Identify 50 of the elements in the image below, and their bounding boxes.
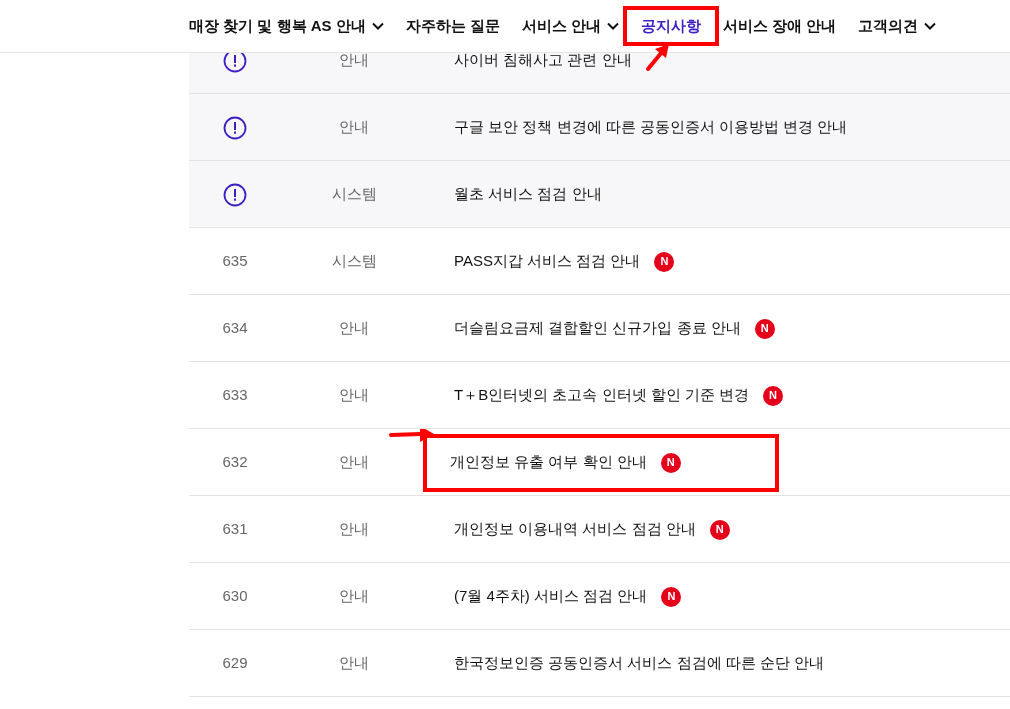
annotation-arrow-icon [389,429,435,443]
chevron-down-icon [607,22,620,30]
new-badge: N [661,586,682,607]
exclamation-icon [223,115,247,140]
new-badge: N [660,452,681,473]
notice-category: 안내 [339,117,369,138]
notice-title-link[interactable]: 구글 보안 정책 변경에 따른 공동인증서 이용방법 변경 안내 [454,116,848,139]
notice-title-link[interactable]: 개인정보 유출 여부 확인 안내 [450,451,647,474]
notice-title-link[interactable]: 개인정보 이용내역 서비스 점검 안내 [454,518,696,541]
notice-number: 630 [222,586,248,607]
exclamation-icon [223,53,247,73]
notice-category: 안내 [339,318,369,339]
notice-row[interactable]: 안내 사이버 침해사고 관련 안내 [189,53,1010,94]
nav-menu-item[interactable]: 서비스 장애 안내 [723,14,837,38]
new-badge: N [754,318,775,339]
notice-category: 안내 [339,586,369,607]
notice-row[interactable]: 시스템 월초 서비스 점검 안내 [189,161,1010,228]
notice-category: 안내 [339,385,369,406]
notice-title-link[interactable]: (7월 4주차) 서비스 점검 안내 [454,585,648,608]
notice-category: 안내 [339,519,369,540]
notice-category: 안내 [339,53,369,71]
notice-title-link[interactable]: 월초 서비스 점검 안내 [454,183,602,206]
notice-number: 634 [222,318,248,339]
new-badge: N [763,385,783,406]
chevron-down-icon [924,22,937,30]
notice-title-link[interactable]: 한국정보인증 공동인증서 서비스 점검에 따른 순단 안내 [454,652,824,675]
chevron-down-icon [371,22,384,30]
notice-title-link[interactable]: 사이버 침해사고 관련 안내 [454,53,632,72]
notice-category: 안내 [339,653,369,674]
notice-category: 안내 [339,452,369,473]
nav-menu-item[interactable]: 서비스 안내 [521,14,620,38]
notice-number: 631 [222,519,248,540]
nav-menu-item[interactable]: 고객의견 [858,14,937,38]
nav-menu-item[interactable]: 매장 찾기 및 행복 AS 안내 [189,14,384,38]
notice-category: 시스템 [331,251,377,272]
new-badge: N [654,251,675,272]
exclamation-icon [223,182,247,207]
notice-number: 629 [222,653,248,674]
nav-menu-item[interactable]: 자주하는 질문 [405,14,500,38]
notice-number: 632 [222,452,248,473]
new-badge: N [709,519,730,540]
notice-row[interactable]: 안내 구글 보안 정책 변경에 따른 공동인증서 이용방법 변경 안내 [189,94,1010,161]
notice-title-link[interactable]: 더슬림요금제 결합할인 신규가입 종료 안내 [454,317,741,340]
notice-row[interactable]: 632 안내 개인정보 유출 여부 확인 안내 N [189,429,1010,496]
notice-title-link[interactable]: T＋B인터넷의 초고속 인터넷 할인 기준 변경 [454,384,749,407]
notice-number: 633 [222,385,248,406]
notice-title-link[interactable]: PASS지갑 서비스 점검 안내 [454,250,641,273]
nav-menu-item[interactable]: 공지사항 [623,5,720,47]
notice-category: 시스템 [331,184,377,205]
notice-number: 635 [222,251,248,272]
